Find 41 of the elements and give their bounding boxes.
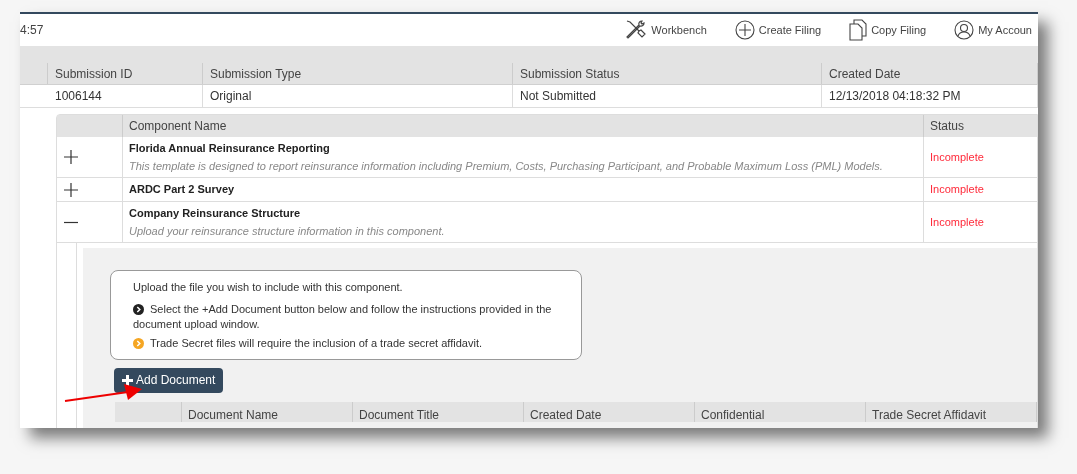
column-header: Created Date bbox=[524, 401, 695, 422]
plus-icon bbox=[64, 182, 78, 197]
nav-link[interactable]: Workbench bbox=[625, 19, 707, 41]
nav-link[interactable]: Create Filing bbox=[734, 20, 822, 40]
user-icon bbox=[954, 20, 975, 40]
column-header: Created Date bbox=[822, 63, 1038, 84]
instruction-text: Select the +Add Document button below and follow the instructions provided in the document upload window. bbox=[133, 302, 552, 330]
column-header: Submission ID bbox=[48, 63, 203, 84]
table-cell: Original bbox=[203, 85, 513, 107]
component-description: This template is designed to report reinsurance information including Premium, Costs, Purchasing Participant, and Probable Maximum Loss (PML) Models. bbox=[129, 159, 884, 174]
table-cell: Not Submitted bbox=[513, 85, 822, 107]
column-header: Submission Status bbox=[513, 63, 822, 84]
column-header: Trade Secret Affidavit bbox=[866, 401, 1037, 422]
tools-icon bbox=[625, 19, 648, 41]
component-name: ARDC Part 2 Survey bbox=[129, 182, 236, 198]
column-header: Document Title bbox=[353, 401, 524, 422]
instruction-text: Trade Secret files will require the inclusion of a trade secret affidavit. bbox=[150, 336, 482, 349]
plus-icon bbox=[64, 150, 78, 164]
column-header: Component Name bbox=[123, 115, 924, 137]
intro-text: Upload the file you wish to include with this component. bbox=[133, 280, 404, 295]
copy-icon bbox=[849, 19, 868, 41]
table-cell: 1006144 bbox=[48, 85, 203, 107]
column-header: Confidential bbox=[695, 401, 866, 422]
clock-text: 4:57 bbox=[20, 22, 44, 39]
expand-button[interactable] bbox=[63, 149, 79, 165]
status-text: Incomplete bbox=[929, 214, 985, 230]
add-document-button[interactable]: Add Document bbox=[114, 367, 224, 393]
status-text: Incomplete bbox=[929, 149, 985, 165]
component-name: Company Reinsurance Structure bbox=[129, 205, 302, 221]
status-text: Incomplete bbox=[929, 182, 985, 198]
component-description: Upload your reinsurance structure information in this component. bbox=[129, 224, 446, 239]
table-cell: 12/13/2018 04:18:32 PM bbox=[822, 85, 1038, 107]
plus-circle-icon bbox=[734, 20, 755, 40]
column-header: Document Name bbox=[182, 401, 353, 422]
nav-link[interactable]: Copy Filing bbox=[849, 19, 927, 41]
component-name: Florida Annual Reinsurance Reporting bbox=[129, 140, 331, 156]
nav-link[interactable]: My Accoun bbox=[954, 20, 1032, 40]
plus-icon bbox=[122, 374, 133, 386]
column-header: Submission Type bbox=[203, 63, 513, 84]
expand-button[interactable] bbox=[63, 181, 79, 198]
column-header: Status bbox=[929, 118, 966, 135]
